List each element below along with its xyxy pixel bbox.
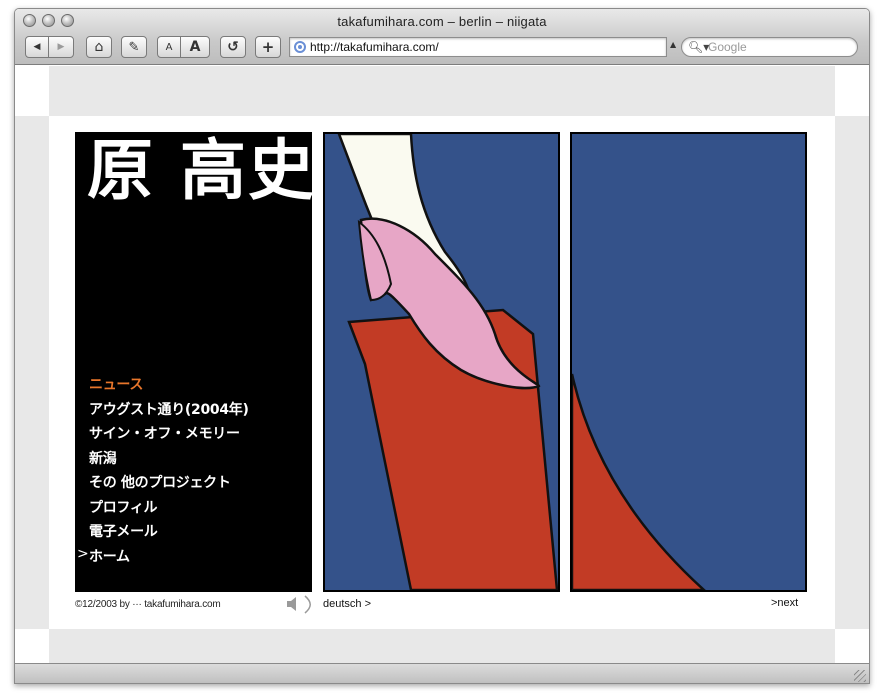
menu-item-augusta-street[interactable]: アウグスト通り(2004年) xyxy=(89,399,249,424)
search-placeholder: Google xyxy=(708,40,747,54)
address-text: http://takafumihara.com/ xyxy=(310,40,439,54)
page-frame-top xyxy=(49,66,835,116)
back-button[interactable]: ◀ xyxy=(25,36,49,58)
menu-item-niigata[interactable]: 新潟 xyxy=(89,448,249,473)
add-bookmark-button[interactable]: + xyxy=(255,36,281,58)
text-large-icon: A xyxy=(189,39,201,55)
text-smaller-button[interactable]: A xyxy=(157,36,181,58)
language-link-deutsch[interactable]: deutsch > xyxy=(323,598,371,610)
menu-arrow-icon: > xyxy=(77,545,89,562)
menu-item-sign-of-memory[interactable]: サイン・オフ・メモリー xyxy=(89,423,249,448)
painting-panel-right xyxy=(570,132,807,592)
forward-arrow-icon: ▶ xyxy=(57,42,65,52)
edit-button[interactable]: ✎ xyxy=(121,36,147,58)
plus-icon: + xyxy=(261,38,275,56)
painting-shoe-image xyxy=(325,134,558,590)
text-larger-button[interactable]: A xyxy=(180,36,210,58)
search-input[interactable]: 🔍︎▾ Google xyxy=(681,37,858,57)
menu-item-email[interactable]: 電子メール xyxy=(89,521,249,546)
painting-blue-image xyxy=(572,134,805,590)
page-frame-bottom xyxy=(49,629,835,663)
navigation-panel: 原 高史 ニュース アウグスト通り(2004年) サイン・オフ・メモリー 新潟 … xyxy=(75,132,314,592)
back-arrow-icon: ◀ xyxy=(33,42,41,52)
speaker-icon[interactable] xyxy=(285,594,313,614)
page-frame-left xyxy=(15,116,49,629)
site-favicon-icon xyxy=(294,41,306,53)
artist-name-title: 原 高史 xyxy=(87,132,316,209)
window-title: takafumihara.com – berlin – niigata xyxy=(337,14,547,29)
home-button[interactable]: ⌂ xyxy=(86,36,112,58)
resize-grip-icon[interactable] xyxy=(854,670,866,682)
browser-chrome: takafumihara.com – berlin – niigata ◀ ▶ … xyxy=(15,9,869,65)
search-icon: 🔍︎▾ xyxy=(688,40,710,54)
text-small-icon: A xyxy=(165,41,173,53)
browser-window: takafumihara.com – berlin – niigata ◀ ▶ … xyxy=(14,8,870,684)
forward-button[interactable]: ▶ xyxy=(48,36,74,58)
home-icon: ⌂ xyxy=(94,39,104,55)
menu-item-profile[interactable]: プロフィル xyxy=(89,497,249,522)
address-field[interactable]: http://takafumihara.com/ xyxy=(289,37,667,57)
address-dropdown-icon[interactable]: ▲ xyxy=(670,40,676,49)
reload-button[interactable]: ↺ xyxy=(220,36,246,58)
site-menu: ニュース アウグスト通り(2004年) サイン・オフ・メモリー 新潟 その 他の… xyxy=(77,374,249,571)
page-frame-right xyxy=(835,116,869,629)
status-bar xyxy=(15,663,869,683)
menu-item-home[interactable]: > ホーム xyxy=(77,546,249,571)
next-link[interactable]: >next xyxy=(771,597,798,609)
menu-item-news[interactable]: ニュース xyxy=(89,374,249,399)
pencil-icon: ✎ xyxy=(128,39,140,55)
page-content: 原 高史 ニュース アウグスト通り(2004年) サイン・オフ・メモリー 新潟 … xyxy=(15,66,869,663)
painting-panel-left xyxy=(323,132,560,592)
reload-icon: ↺ xyxy=(227,39,239,55)
menu-item-other-projects[interactable]: その 他のプロジェクト xyxy=(89,472,249,497)
copyright-text: ©12/2003 by ··· takafumihara.com xyxy=(75,599,221,610)
